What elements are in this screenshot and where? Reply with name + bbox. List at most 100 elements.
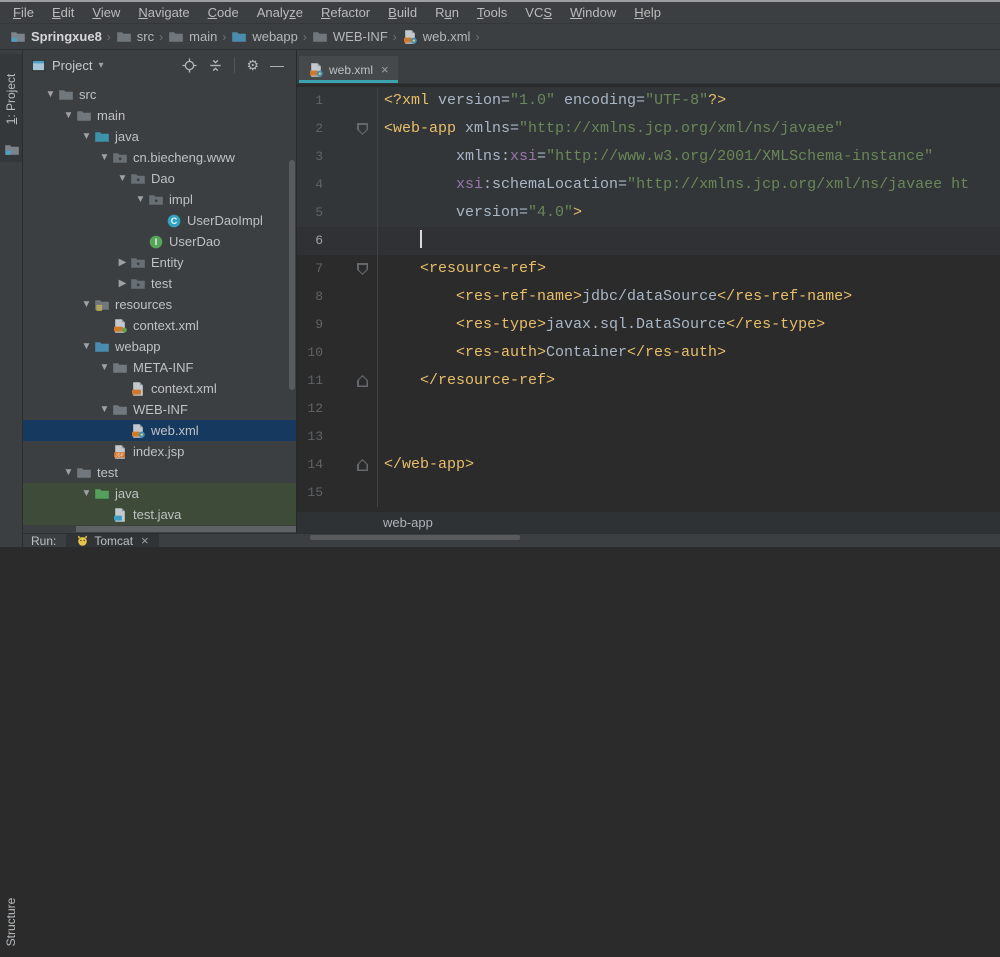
tree-item-context-xml[interactable]: context.xml [23, 378, 296, 399]
expand-arrow-open-icon[interactable]: ▼ [97, 362, 112, 373]
tree-item-web-inf[interactable]: ▼ WEB-INF [23, 399, 296, 420]
expand-arrow-open-icon[interactable]: ▼ [79, 341, 94, 352]
code-line-6[interactable]: 6 [297, 227, 1000, 255]
menu-view[interactable]: View [83, 5, 129, 20]
chevron-right-icon: › [222, 29, 227, 44]
tree-item-label: resources [115, 297, 173, 312]
tool-button-structure[interactable]: Structure [0, 450, 22, 947]
code-editor[interactable]: 1 <?xml version="1.0" encoding="UTF-8"?> 2… [297, 84, 1000, 511]
expand-arrow-open-icon[interactable]: ▼ [97, 152, 112, 163]
locate-icon[interactable] [182, 57, 197, 73]
close-icon[interactable]: × [381, 62, 389, 77]
crumb-main[interactable]: main [167, 29, 218, 45]
code-line-15[interactable]: 15 [297, 479, 1000, 507]
expand-arrow-open-icon[interactable]: ▼ [133, 194, 148, 205]
fold-marker-down-icon[interactable] [357, 123, 368, 135]
expand-arrow-open-icon[interactable]: ▼ [61, 467, 76, 478]
code-line-1[interactable]: 1 <?xml version="1.0" encoding="UTF-8"?> [297, 87, 1000, 115]
breadcrumb-web-app[interactable]: web-app [383, 515, 433, 530]
expand-arrow-open-icon[interactable]: ▼ [43, 89, 58, 100]
chevron-down-icon[interactable]: ▾ [98, 60, 103, 71]
menu-file[interactable]: File [4, 5, 43, 20]
menu-help[interactable]: Help [625, 5, 670, 20]
xml-ctx-icon [112, 318, 128, 334]
menu-refactor[interactable]: Refactor [312, 5, 379, 20]
tree-item-java[interactable]: ▼ java [23, 126, 296, 147]
tree-item-src[interactable]: ▼ src [23, 84, 296, 105]
tool-button-project[interactable]: 1: Project [0, 54, 22, 162]
crumb-web-inf[interactable]: WEB-INF [311, 29, 389, 45]
tree-item-test[interactable]: ▶ test [23, 273, 296, 294]
tree-item-test[interactable]: ▼ test [23, 462, 296, 483]
code-line-4[interactable]: 4 xsi:schemaLocation="http://xmlns.jcp.o… [297, 171, 1000, 199]
tree-item-userdao[interactable]: I UserDao [23, 231, 296, 252]
code-text: <res-ref-name>jdbc/dataSource</res-ref-n… [384, 288, 853, 305]
fold-marker-up-icon[interactable] [357, 459, 368, 471]
tree-item-label: META-INF [133, 360, 194, 375]
crumb-springxue8[interactable]: Springxue8 [9, 29, 103, 45]
code-line-5[interactable]: 5 version="4.0"> [297, 199, 1000, 227]
expand-arrow-open-icon[interactable]: ▼ [97, 404, 112, 415]
tab-web-xml[interactable]: web.xml × [299, 56, 398, 83]
menu-build[interactable]: Build [379, 5, 426, 20]
tree-horizontal-scrollbar[interactable] [76, 526, 296, 532]
folder-icon [168, 29, 184, 45]
code-line-14[interactable]: 14 </web-app> [297, 451, 1000, 479]
menu-edit[interactable]: Edit [43, 5, 83, 20]
crumb-src[interactable]: src [115, 29, 155, 45]
tree-item-index-jsp[interactable]: JSP index.jsp [23, 441, 296, 462]
editor-horizontal-scrollbar[interactable] [310, 535, 520, 540]
expand-arrow-open-icon[interactable]: ▼ [79, 131, 94, 142]
code-line-11[interactable]: 11 </resource-ref> [297, 367, 1000, 395]
tree-item-userdaoimpl[interactable]: C UserDaoImpl [23, 210, 296, 231]
code-line-13[interactable]: 13 [297, 423, 1000, 451]
tree-vertical-scrollbar[interactable] [289, 160, 295, 390]
expand-arrow-open-icon[interactable]: ▼ [115, 173, 130, 184]
code-line-2[interactable]: 2 <web-app xmlns="http://xmlns.jcp.org/xm… [297, 115, 1000, 143]
code-line-10[interactable]: 10 <res-auth>Container</res-auth> [297, 339, 1000, 367]
tree-item-entity[interactable]: ▶ Entity [23, 252, 296, 273]
tree-item-meta-inf[interactable]: ▼ META-INF [23, 357, 296, 378]
menu-vcs[interactable]: VCS [516, 5, 561, 20]
project-panel-title[interactable]: Project [52, 58, 92, 73]
expand-arrow-closed-icon[interactable]: ▶ [115, 278, 130, 289]
tree-item-webapp[interactable]: ▼ webapp [23, 336, 296, 357]
code-line-3[interactable]: 3 xmlns:xsi="http://www.w3.org/2001/XMLS… [297, 143, 1000, 171]
tree-item-impl[interactable]: ▼ impl [23, 189, 296, 210]
tool-button-project-label: 1: Project [4, 73, 18, 125]
code-line-12[interactable]: 12 [297, 395, 1000, 423]
tree-item-web-xml[interactable]: web.xml [23, 420, 296, 441]
crumb-webapp[interactable]: webapp [230, 29, 299, 45]
code-line-8[interactable]: 8 <res-ref-name>jdbc/dataSource</res-ref… [297, 283, 1000, 311]
project-tool-window: Project ▾ ⚙ — ▼ src ▼ main ▼ java ▼ cn.biecheng.… [23, 50, 297, 533]
fold-marker-down-icon[interactable] [357, 263, 368, 275]
expand-arrow-closed-icon[interactable]: ▶ [115, 257, 130, 268]
menu-tools[interactable]: Tools [468, 5, 516, 20]
code-line-7[interactable]: 7 <resource-ref> [297, 255, 1000, 283]
tree-item-resources[interactable]: ▼ resources [23, 294, 296, 315]
tree-item-dao[interactable]: ▼ Dao [23, 168, 296, 189]
run-tab-tomcat[interactable]: Tomcat × [66, 533, 159, 548]
menu-navigate[interactable]: Navigate [129, 5, 198, 20]
folder-icon [112, 402, 128, 418]
menu-run[interactable]: Run [426, 5, 468, 20]
expand-arrow-open-icon[interactable]: ▼ [79, 299, 94, 310]
menu-window[interactable]: Window [561, 5, 625, 20]
close-icon[interactable]: × [141, 533, 149, 548]
crumb-web-xml[interactable]: web.xml [401, 29, 472, 45]
expand-arrow-open-icon[interactable]: ▼ [79, 488, 94, 499]
code-text: xsi:schemaLocation="http://xmlns.jcp.org… [384, 176, 970, 193]
tree-item-test-java[interactable]: test.java [23, 504, 296, 525]
expand-arrow-open-icon[interactable]: ▼ [61, 110, 76, 121]
tree-item-cn-biecheng-www[interactable]: ▼ cn.biecheng.www [23, 147, 296, 168]
menu-analyze[interactable]: Analyze [248, 5, 312, 20]
collapse-all-icon[interactable] [208, 58, 223, 73]
tree-item-java[interactable]: ▼ java [23, 483, 296, 504]
settings-icon[interactable]: ⚙ [246, 57, 259, 74]
tree-item-context-xml[interactable]: context.xml [23, 315, 296, 336]
hide-icon[interactable]: — [270, 57, 284, 73]
menu-code[interactable]: Code [199, 5, 248, 20]
code-line-9[interactable]: 9 <res-type>javax.sql.DataSource</res-ty… [297, 311, 1000, 339]
tree-item-main[interactable]: ▼ main [23, 105, 296, 126]
fold-marker-up-icon[interactable] [357, 375, 368, 387]
